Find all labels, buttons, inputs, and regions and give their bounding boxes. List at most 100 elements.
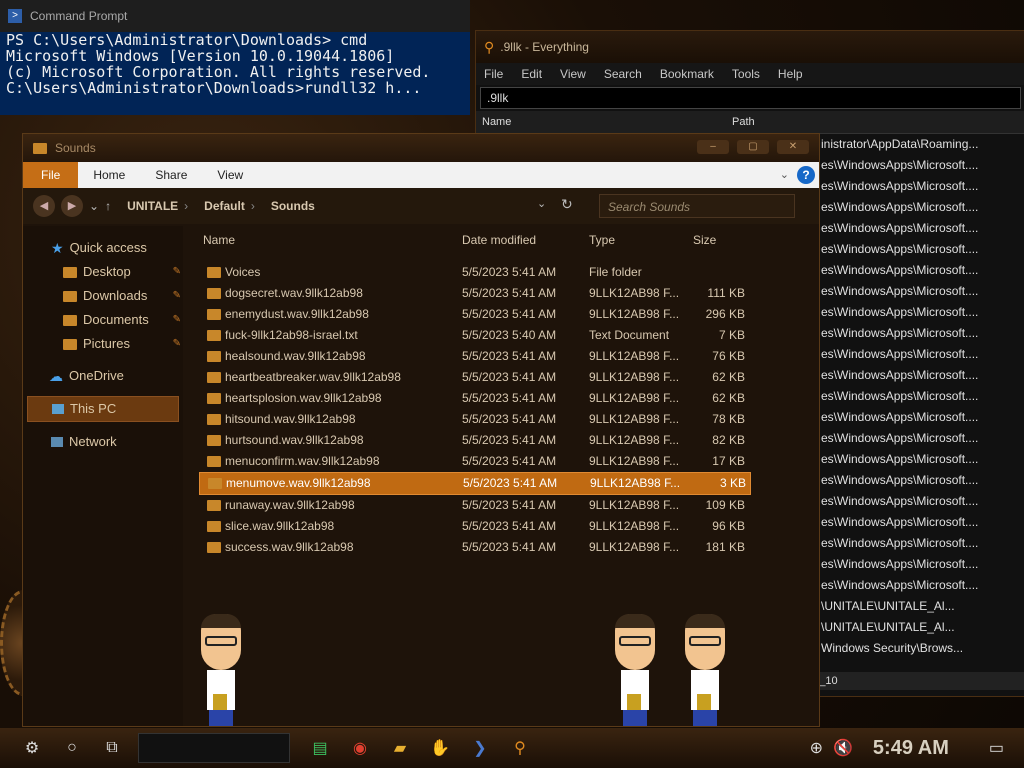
- file-row[interactable]: enemydust.wav.9llk12ab98 5/5/2023 5:41 AM…: [185, 304, 811, 325]
- file-row[interactable]: healsound.wav.9llk12ab98 5/5/2023 5:41 AM…: [185, 346, 811, 367]
- volume-muted-icon[interactable]: 🔇: [833, 738, 853, 758]
- tab-view[interactable]: View: [202, 162, 258, 188]
- file-list-header: Name Date modified Type Size: [185, 226, 811, 254]
- file-row[interactable]: menumove.wav.9llk12ab98 5/5/2023 5:41 AM 9…: [199, 472, 751, 495]
- explorer-titlebar[interactable]: Sounds – ▢ ✕: [23, 134, 819, 162]
- notepad-icon[interactable]: ▤: [300, 728, 340, 768]
- folder-icon: [207, 500, 221, 511]
- nav-pictures[interactable]: Pictures ✎: [23, 332, 183, 356]
- console-output[interactable]: PS C:\Users\Administrator\Downloads> cmd…: [0, 32, 470, 96]
- everything-search-icon[interactable]: ⚲: [500, 728, 540, 768]
- back-button[interactable]: ◀: [33, 195, 55, 217]
- address-dropdown-icon[interactable]: ⌄: [537, 197, 546, 210]
- file-date: 5/5/2023 5:41 AM: [462, 370, 557, 384]
- file-row[interactable]: slice.wav.9llk12ab98 5/5/2023 5:41 AM 9LLK…: [185, 516, 811, 537]
- nav-desktop[interactable]: Desktop ✎: [23, 260, 183, 284]
- hank-figure: [193, 614, 249, 726]
- chevron-down-icon[interactable]: ⌄: [780, 168, 789, 181]
- powershell-window[interactable]: > Command Prompt PS C:\Users\Administrat…: [0, 0, 470, 115]
- notification-icon[interactable]: ▭: [989, 738, 1004, 758]
- file-name: Voices: [225, 265, 261, 279]
- file-row[interactable]: fuck-9llk12ab98-israel.txt 5/5/2023 5:40 …: [185, 325, 811, 346]
- nav-label: OneDrive: [69, 368, 124, 383]
- network-icon[interactable]: ⊕: [810, 738, 823, 758]
- file-row[interactable]: heartsplosion.wav.9llk12ab98 5/5/2023 5:4…: [185, 388, 811, 409]
- file-row[interactable]: runaway.wav.9llk12ab98 5/5/2023 5:41 AM 9L…: [185, 495, 811, 516]
- file-row[interactable]: hurtsound.wav.9llk12ab98 5/5/2023 5:41 AM…: [185, 430, 811, 451]
- task-view-icon[interactable]: ⧉: [92, 728, 132, 768]
- file-explorer-icon[interactable]: ▰: [380, 728, 420, 768]
- menu-file[interactable]: File: [484, 67, 503, 81]
- file-row[interactable]: heartbeatbreaker.wav.9llk12ab98 5/5/2023 …: [185, 367, 811, 388]
- clock[interactable]: 5:49 AM: [873, 737, 949, 760]
- tab-share[interactable]: Share: [140, 162, 202, 188]
- tab-file[interactable]: File: [23, 162, 79, 188]
- file-name: healsound.wav.9llk12ab98: [225, 349, 366, 363]
- start-button[interactable]: ⚙: [12, 728, 52, 768]
- file-size: 82 KB: [712, 433, 745, 447]
- breadcrumb-separator-icon: ›: [184, 199, 189, 213]
- menu-edit[interactable]: Edit: [521, 67, 542, 81]
- column-size[interactable]: Size: [693, 233, 716, 247]
- file-row[interactable]: success.wav.9llk12ab98 5/5/2023 5:41 AM 9L…: [185, 537, 811, 558]
- search-icon: ⚲: [484, 38, 495, 55]
- refresh-icon[interactable]: ↻: [561, 196, 573, 213]
- star-icon: ★: [51, 240, 64, 256]
- nav-onedrive[interactable]: ☁ OneDrive: [23, 364, 183, 388]
- file-date: 5/5/2023 5:41 AM: [462, 307, 557, 321]
- file-size: 96 KB: [712, 519, 745, 533]
- menu-search[interactable]: Search: [604, 67, 642, 81]
- column-name[interactable]: Name: [203, 233, 235, 247]
- nav-quick-access[interactable]: ★ Quick access: [23, 236, 183, 260]
- maximize-button[interactable]: ▢: [737, 140, 769, 154]
- close-button[interactable]: ✕: [777, 140, 809, 154]
- breadcrumb-default[interactable]: Default: [204, 199, 245, 213]
- up-button[interactable]: ↑: [105, 199, 111, 213]
- column-type[interactable]: Type: [589, 233, 615, 247]
- file-row[interactable]: Voices 5/5/2023 5:41 AM File folder: [185, 262, 811, 283]
- nav-documents[interactable]: Documents ✎: [23, 308, 183, 332]
- column-path[interactable]: Path: [732, 116, 755, 128]
- nav-downloads[interactable]: Downloads ✎: [23, 284, 183, 308]
- file-row[interactable]: dogsecret.wav.9llk12ab98 5/5/2023 5:41 AM…: [185, 283, 811, 304]
- chrome-icon[interactable]: ◉: [340, 728, 380, 768]
- file-date: 5/5/2023 5:41 AM: [462, 519, 557, 533]
- handshake-icon[interactable]: ✋: [420, 728, 460, 768]
- nav-label: Downloads: [83, 288, 148, 303]
- nav-this-pc[interactable]: This PC: [27, 396, 179, 422]
- menu-tools[interactable]: Tools: [732, 67, 760, 81]
- breadcrumb-unitale[interactable]: UNITALE: [127, 199, 178, 213]
- file-type: 9LLK12AB98 F...: [589, 307, 680, 321]
- file-date: 5/5/2023 5:41 AM: [462, 349, 557, 363]
- minimize-button[interactable]: –: [697, 140, 729, 154]
- file-size: 62 KB: [712, 391, 745, 405]
- nav-network[interactable]: Network: [23, 430, 183, 454]
- powershell-icon[interactable]: ❯: [460, 728, 500, 768]
- file-size: 181 KB: [705, 540, 745, 554]
- taskbar-search[interactable]: [138, 733, 290, 763]
- breadcrumb-sounds[interactable]: Sounds: [271, 199, 315, 213]
- recent-locations-icon[interactable]: ⌄: [89, 199, 99, 213]
- file-name: success.wav.9llk12ab98: [225, 540, 354, 554]
- column-name[interactable]: Name: [476, 116, 732, 128]
- file-type: 9LLK12AB98 F...: [589, 349, 680, 363]
- cortana-icon[interactable]: ○: [52, 728, 92, 768]
- taskbar: ⚙ ○ ⧉ ▤ ◉ ▰ ✋ ❯ ⚲ ⊕ 🔇 5:49 AM ▭: [0, 728, 1024, 768]
- pin-icon: ✎: [172, 266, 181, 277]
- help-button[interactable]: ?: [797, 166, 815, 184]
- forward-button[interactable]: ▶: [61, 195, 83, 217]
- search-input[interactable]: Search Sounds: [599, 194, 795, 218]
- everything-search-input[interactable]: .9llk: [480, 87, 1021, 109]
- file-name: slice.wav.9llk12ab98: [225, 519, 335, 533]
- file-row[interactable]: menuconfirm.wav.9llk12ab98 5/5/2023 5:41 …: [185, 451, 811, 472]
- powershell-titlebar[interactable]: > Command Prompt: [0, 0, 470, 32]
- tab-home[interactable]: Home: [78, 162, 140, 188]
- menu-bookmark[interactable]: Bookmark: [660, 67, 714, 81]
- menu-help[interactable]: Help: [778, 67, 803, 81]
- menu-view[interactable]: View: [560, 67, 586, 81]
- file-row[interactable]: hitsound.wav.9llk12ab98 5/5/2023 5:41 AM 9…: [185, 409, 811, 430]
- column-date-modified[interactable]: Date modified: [462, 233, 536, 247]
- file-date: 5/5/2023 5:41 AM: [462, 540, 557, 554]
- everything-titlebar[interactable]: ⚲ .9llk - Everything: [476, 31, 1024, 63]
- file-explorer-window[interactable]: Sounds – ▢ ✕ File Home Share View ⌄ ? ◀ …: [22, 133, 820, 727]
